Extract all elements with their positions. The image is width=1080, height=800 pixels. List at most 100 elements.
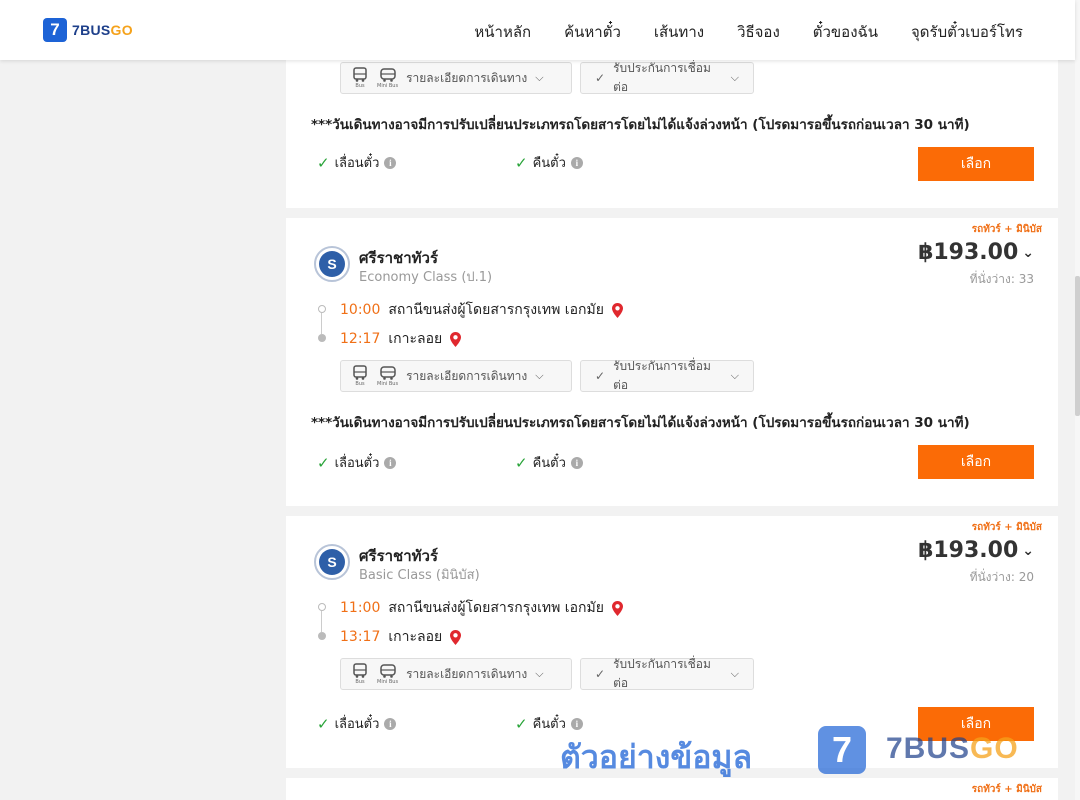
trip-card-partial: Bus Mini Bus รายละเอียดการเดินทาง ⌵ ✓ รั… <box>286 52 1058 208</box>
check-icon: ✓ <box>317 453 330 472</box>
trip-details-toggle[interactable]: Bus Mini Bus รายละเอียดการเดินทาง ⌵ <box>340 658 572 690</box>
refund-label: คืนตั๋ว <box>532 717 566 732</box>
operator-logo: S <box>314 544 350 580</box>
nav-search-ticket[interactable]: ค้นหาตั๋ว <box>564 20 621 44</box>
nav-how-to-book[interactable]: วิธีจอง <box>737 20 780 44</box>
chevron-down-icon: ⌵ <box>730 71 739 84</box>
minibus-icon: Mini Bus <box>377 365 398 387</box>
bus-label: Bus <box>355 679 365 685</box>
arrival-station: เกาะลอย <box>388 331 443 347</box>
timeline-end-dot <box>318 632 326 640</box>
map-pin-icon[interactable] <box>450 331 462 347</box>
chevron-down-icon: ⌵ <box>535 369 544 382</box>
arrival-row: 13:17 เกาะลอย <box>340 626 462 648</box>
chevron-down-icon: ⌵ <box>535 667 544 680</box>
vehicle-tag: รถทัวร์ + มินิบัส <box>971 784 1042 795</box>
nav-home[interactable]: หน้าหลัก <box>474 20 531 44</box>
select-button[interactable]: เลือก <box>918 445 1034 479</box>
chevron-down-icon: ⌄ <box>1022 542 1034 559</box>
trip-notice: ***วันเดินทางอาจมีการปรับเปลี่ยนประเภทรถ… <box>311 415 970 431</box>
departure-time: 11:00 <box>340 600 381 616</box>
timeline-end-dot <box>318 334 326 342</box>
page-scrollbar[interactable] <box>1075 0 1080 800</box>
reschedule-label: เลื่อนตั๋ว <box>334 456 380 471</box>
departure-station: สถานีขนส่งผู้โดยสารกรุงเทพ เอกมัย <box>388 302 604 318</box>
nav-routes[interactable]: เส้นทาง <box>654 20 704 44</box>
reschedule-option: ✓ เลื่อนตั๋ว i <box>317 152 397 173</box>
scroll-thumb[interactable] <box>1075 276 1080 416</box>
reschedule-option: ✓ เลื่อนตั๋ว i <box>317 713 397 734</box>
price[interactable]: ฿193.00 ⌄ <box>918 538 1034 563</box>
logo-mark: 7 <box>43 18 67 42</box>
arrival-station: เกาะลอย <box>388 629 443 645</box>
site-logo[interactable]: 7 7BUSGO <box>43 18 133 42</box>
departure-station: สถานีขนส่งผู้โดยสารกรุงเทพ เอกมัย <box>388 600 604 616</box>
chevron-down-icon: ⌵ <box>730 369 739 382</box>
operator-logo: S <box>314 246 350 282</box>
bus-icon: Bus <box>351 365 369 387</box>
insurance-label: รับประกันการเชื่อมต่อ <box>613 657 711 690</box>
seats-available: ที่นั่งว่าง: 33 <box>969 272 1034 286</box>
insurance-toggle[interactable]: ✓ รับประกันการเชื่อมต่อ ⌵ <box>580 657 754 690</box>
map-pin-icon[interactable] <box>611 302 623 318</box>
timeline-start-dot <box>318 305 326 313</box>
minibus-label: Mini Bus <box>377 381 399 387</box>
timeline-line <box>321 611 322 632</box>
info-icon[interactable]: i <box>570 717 583 730</box>
price-value: ฿193.00 <box>918 538 1019 563</box>
check-icon: ✓ <box>595 71 606 85</box>
watermark-text: ตัวอย่างข้อมูล <box>560 738 753 776</box>
arrival-row: 12:17 เกาะลอย <box>340 328 462 350</box>
trip-details-toggle[interactable]: Bus Mini Bus รายละเอียดการเดินทาง ⌵ <box>340 360 572 392</box>
watermark-brand: 7BUSGO <box>886 732 1019 766</box>
minibus-icon: Mini Bus <box>377 663 398 685</box>
vehicle-tag: รถทัวร์ + มินิบัส <box>971 224 1042 235</box>
refund-option: ✓ คืนตั๋ว i <box>515 152 583 173</box>
check-icon: ✓ <box>595 369 606 383</box>
info-icon[interactable]: i <box>570 456 583 469</box>
logo-text-main: 7BUS <box>72 22 111 38</box>
departure-row: 10:00 สถานีขนส่งผู้โดยสารกรุงเทพ เอกมัย <box>340 299 623 321</box>
refund-label: คืนตั๋ว <box>532 156 566 171</box>
chevron-down-icon: ⌄ <box>1022 244 1034 261</box>
logo-text: 7BUSGO <box>72 22 133 38</box>
trip-details-toggle[interactable]: Bus Mini Bus รายละเอียดการเดินทาง ⌵ <box>340 62 572 94</box>
refund-label: คืนตั๋ว <box>532 456 566 471</box>
reschedule-option: ✓ เลื่อนตั๋ว i <box>317 452 397 473</box>
reschedule-label: เลื่อนตั๋ว <box>334 156 380 171</box>
info-icon[interactable]: i <box>570 156 583 169</box>
refund-option: ✓ คืนตั๋ว i <box>515 452 583 473</box>
map-pin-icon[interactable] <box>611 600 623 616</box>
insurance-label: รับประกันการเชื่อมต่อ <box>613 359 711 392</box>
minibus-label: Mini Bus <box>377 679 399 685</box>
check-icon: ✓ <box>317 714 330 733</box>
watermark-brand-accent: GO <box>970 732 1019 765</box>
trip-card: รถทัวร์ + มินิบัส S ศรีราชาทัวร์ Economy… <box>286 218 1058 506</box>
vehicle-tag: รถทัวร์ + มินิบัส <box>971 522 1042 533</box>
price[interactable]: ฿193.00 ⌄ <box>918 240 1034 265</box>
insurance-toggle[interactable]: ✓ รับประกันการเชื่อมต่อ ⌵ <box>580 61 754 94</box>
bus-icon: Bus <box>351 663 369 685</box>
bus-class: Basic Class (มินิบัส) <box>359 568 480 583</box>
trip-card: รถทัวร์ + มินิบัส S ศรีราชาทัวร์ Basic C… <box>286 516 1058 768</box>
trip-details-label: รายละเอียดการเดินทาง <box>406 368 528 383</box>
info-icon[interactable]: i <box>384 456 397 469</box>
price-value: ฿193.00 <box>918 240 1019 265</box>
watermark-logo-mark: 7 <box>818 726 866 774</box>
bus-class: Economy Class (ป.1) <box>359 270 493 285</box>
trip-notice: ***วันเดินทางอาจมีการปรับเปลี่ยนประเภทรถ… <box>311 117 970 133</box>
trip-details-label: รายละเอียดการเดินทาง <box>406 666 528 681</box>
info-icon[interactable]: i <box>384 156 397 169</box>
watermark-brand-main: 7BUS <box>886 732 971 765</box>
check-icon: ✓ <box>515 453 528 472</box>
nav-my-tickets[interactable]: ตั๋วของฉัน <box>813 20 878 44</box>
reschedule-label: เลื่อนตั๋ว <box>334 717 380 732</box>
arrival-time: 12:17 <box>340 331 381 347</box>
nav-ticket-pickup[interactable]: จุดรับตั๋วเบอร์โทร <box>911 20 1023 44</box>
minibus-label: Mini Bus <box>377 83 399 89</box>
map-pin-icon[interactable] <box>450 629 462 645</box>
refund-option: ✓ คืนตั๋ว i <box>515 713 583 734</box>
insurance-toggle[interactable]: ✓ รับประกันการเชื่อมต่อ ⌵ <box>580 359 754 392</box>
info-icon[interactable]: i <box>384 717 397 730</box>
select-button[interactable]: เลือก <box>918 147 1034 181</box>
